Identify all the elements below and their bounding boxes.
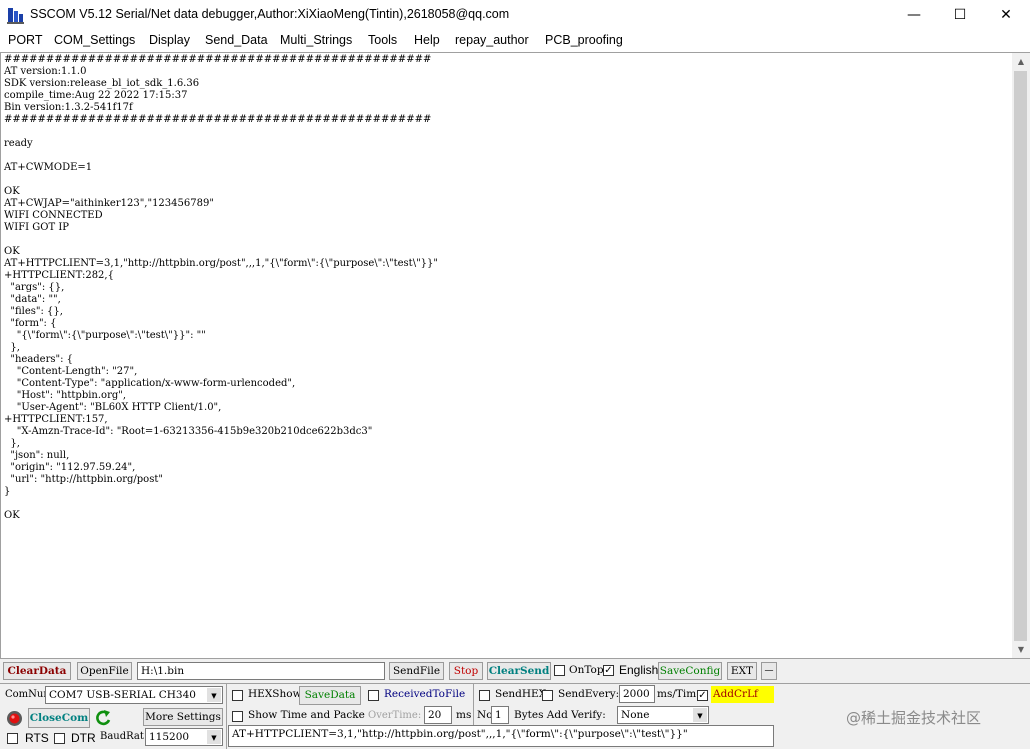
clear-send-button[interactable]: ClearSend: [487, 662, 551, 680]
minimize-icon[interactable]: —: [891, 0, 937, 31]
maximize-icon[interactable]: ☐: [937, 0, 983, 31]
chevron-down-icon[interactable]: ▼: [207, 688, 221, 702]
refresh-icon[interactable]: [95, 709, 112, 727]
scroll-down-icon[interactable]: ▼: [1012, 641, 1030, 658]
rts-checkbox[interactable]: [7, 733, 18, 744]
add-crlf-label: AddCrLf: [711, 686, 774, 703]
interval-unit: ms/Tim: [657, 688, 697, 700]
control-panel: ClearData OpenFile H:\1.bin SendFile Sto…: [0, 658, 1030, 749]
menu-send-data[interactable]: Send_Data: [205, 33, 268, 47]
open-file-button[interactable]: OpenFile: [77, 662, 132, 680]
on-top-checkbox[interactable]: [554, 665, 565, 676]
show-time-checkbox[interactable]: [232, 711, 243, 722]
close-icon[interactable]: ✕: [983, 0, 1029, 31]
on-top-label: OnTop: [569, 664, 604, 676]
baud-rate-label: BaudRat: [100, 731, 144, 742]
overtime-label: OverTime:: [368, 710, 422, 721]
menu-multi-strings[interactable]: Multi_Strings: [280, 33, 352, 47]
menu-help[interactable]: Help: [414, 33, 440, 47]
verify-select[interactable]: None ▼: [617, 706, 709, 724]
menu-tools[interactable]: Tools: [368, 33, 397, 47]
close-com-button[interactable]: CloseCom: [28, 708, 90, 728]
scrollbar-thumb[interactable]: [1014, 71, 1027, 641]
clear-data-button[interactable]: ClearData: [3, 662, 71, 680]
send-file-button[interactable]: SendFile: [389, 662, 444, 680]
menu-bar: PORT COM_Settings Display Send_Data Mult…: [0, 31, 1030, 52]
menu-repay-author[interactable]: repay_author: [455, 33, 529, 47]
ext-button[interactable]: EXT: [727, 662, 757, 680]
menu-pcb-proofing[interactable]: PCB_proofing: [545, 33, 623, 47]
com-status-icon: [7, 711, 22, 726]
send-hex-label: SendHEX: [495, 688, 547, 700]
rts-label: RTS: [25, 731, 49, 745]
no-input[interactable]: 1: [491, 706, 509, 724]
send-hex-checkbox[interactable]: [479, 690, 490, 701]
com-port-value: COM7 USB-SERIAL CH340: [49, 689, 196, 701]
com-port-select[interactable]: COM7 USB-SERIAL CH340 ▼: [45, 686, 223, 704]
watermark: @稀土掘金技术社区: [846, 709, 982, 727]
menu-com-settings[interactable]: COM_Settings: [54, 33, 135, 47]
verify-value: None: [621, 709, 650, 721]
english-checkbox[interactable]: ✓: [603, 665, 614, 676]
scroll-up-icon[interactable]: ▲: [1012, 53, 1030, 70]
menu-display[interactable]: Display: [149, 33, 190, 47]
send-every-label: SendEvery:: [558, 688, 620, 700]
overtime-input[interactable]: 20: [424, 706, 452, 724]
bytes-add-verify-label: Bytes Add Verify:: [514, 709, 606, 721]
received-to-file-checkbox[interactable]: [368, 690, 379, 701]
english-label: English: [619, 663, 659, 677]
dtr-checkbox[interactable]: [54, 733, 65, 744]
send-text-input[interactable]: AT+HTTPCLIENT=3,1,"http://httpbin.org/po…: [228, 725, 774, 747]
collapse-button[interactable]: —: [761, 662, 777, 680]
receive-output[interactable]: ########################################…: [0, 52, 1012, 658]
send-interval-input[interactable]: 2000: [619, 685, 655, 703]
dtr-label: DTR: [71, 731, 96, 745]
title-bar: SSCOM V5.12 Serial/Net data debugger,Aut…: [0, 0, 1030, 31]
output-scrollbar[interactable]: ▲ ▼: [1012, 52, 1030, 658]
hex-show-label: HEXShow: [248, 688, 302, 700]
app-icon: [7, 8, 24, 24]
chevron-down-icon[interactable]: ▼: [693, 708, 707, 722]
more-settings-button[interactable]: More Settings: [143, 708, 223, 726]
file-path-input[interactable]: H:\1.bin: [137, 662, 385, 680]
overtime-unit: ms: [456, 709, 472, 721]
baud-rate-value: 115200: [149, 731, 190, 743]
receive-text: ########################################…: [4, 54, 438, 521]
send-every-checkbox[interactable]: [542, 690, 553, 701]
save-config-button[interactable]: SaveConfig: [658, 662, 722, 680]
received-to-file-label: ReceivedToFile: [384, 688, 466, 700]
stop-button[interactable]: Stop: [449, 662, 483, 680]
chevron-down-icon[interactable]: ▼: [207, 730, 221, 744]
save-data-button[interactable]: SaveData: [299, 686, 361, 705]
show-time-label: Show Time and Packe: [248, 709, 365, 721]
hex-show-checkbox[interactable]: [232, 690, 243, 701]
menu-port[interactable]: PORT: [8, 33, 43, 47]
baud-rate-select[interactable]: 115200 ▼: [145, 728, 223, 746]
window-title: SSCOM V5.12 Serial/Net data debugger,Aut…: [30, 7, 510, 21]
add-crlf-checkbox[interactable]: ✓: [697, 690, 708, 701]
